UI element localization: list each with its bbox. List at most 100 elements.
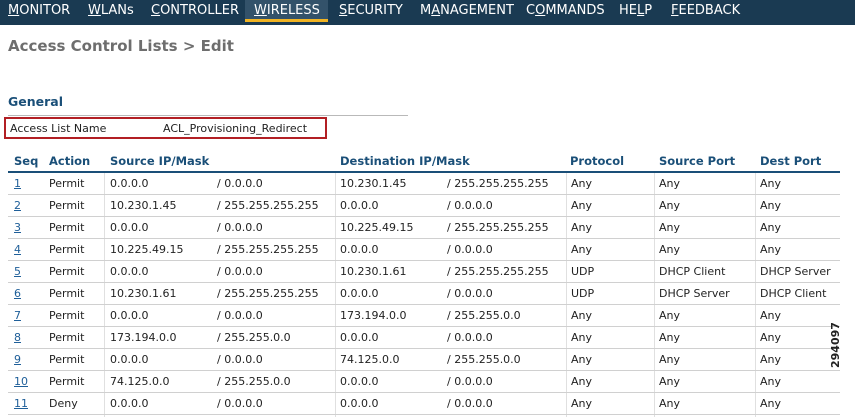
seq-link[interactable]: 5 <box>14 265 21 278</box>
source-mask-cell: / 0.0.0.0 <box>217 265 263 278</box>
seq-cell: 6 <box>14 287 21 300</box>
column-header-destination-ip-mask: Destination IP/Mask <box>340 154 470 168</box>
seq-link[interactable]: 11 <box>14 397 28 410</box>
destination-ip-cell: 10.230.1.61 <box>340 265 407 278</box>
seq-link[interactable]: 1 <box>14 177 21 190</box>
access-list-name-label: Access List Name <box>10 122 107 135</box>
nav-wlans[interactable]: WLANs <box>88 0 134 22</box>
source-ip-cell: 0.0.0.0 <box>110 265 149 278</box>
destination-mask-cell: / 0.0.0.0 <box>447 397 493 410</box>
destination-ip-cell: 74.125.0.0 <box>340 353 400 366</box>
nav-accesskey: C <box>151 3 161 18</box>
dest-port-cell: Any <box>760 375 782 388</box>
protocol-cell: Any <box>571 331 593 344</box>
nav-label-prefix: M <box>420 3 432 18</box>
source-ip-cell: 0.0.0.0 <box>110 353 149 366</box>
source-mask-cell: / 0.0.0.0 <box>217 397 263 410</box>
source-port-cell: Any <box>659 221 681 234</box>
section-divider <box>8 115 408 116</box>
nav-help[interactable]: HELP <box>619 0 652 22</box>
seq-link[interactable]: 3 <box>14 221 21 234</box>
action-cell: Permit <box>49 243 85 256</box>
source-port-cell: Any <box>659 199 681 212</box>
source-mask-cell: / 255.255.0.0 <box>217 375 291 388</box>
action-cell: Permit <box>49 199 85 212</box>
seq-link[interactable]: 2 <box>14 199 21 212</box>
source-port-cell: Any <box>659 309 681 322</box>
seq-cell: 2 <box>14 199 21 212</box>
source-mask-cell: / 0.0.0.0 <box>217 309 263 322</box>
protocol-cell: UDP <box>571 265 595 278</box>
destination-ip-cell: 173.194.0.0 <box>340 309 407 322</box>
source-port-cell: Any <box>659 375 681 388</box>
destination-ip-cell: 0.0.0.0 <box>340 397 379 410</box>
source-ip-cell: 0.0.0.0 <box>110 309 149 322</box>
protocol-cell: Any <box>571 199 593 212</box>
seq-cell: 5 <box>14 265 21 278</box>
page-title: Access Control Lists > Edit <box>8 37 234 55</box>
nav-monitor[interactable]: MONITOR <box>8 0 70 22</box>
dest-port-cell: Any <box>760 309 782 322</box>
nav-security[interactable]: SECURITY <box>339 0 403 22</box>
column-separator <box>566 173 567 417</box>
protocol-cell: Any <box>571 243 593 256</box>
column-header-source-port: Source Port <box>659 154 736 168</box>
destination-mask-cell: / 255.255.255.255 <box>447 265 549 278</box>
destination-mask-cell: / 0.0.0.0 <box>447 287 493 300</box>
nav-label: ONTROLLER <box>160 3 239 18</box>
nav-label: IRELESS <box>266 3 320 18</box>
destination-ip-cell: 0.0.0.0 <box>340 287 379 300</box>
seq-link[interactable]: 7 <box>14 309 21 322</box>
seq-link[interactable]: 4 <box>14 243 21 256</box>
row-divider <box>8 194 840 195</box>
dest-port-cell: DHCP Client <box>760 287 827 300</box>
nav-commands[interactable]: COMMANDS <box>526 0 605 22</box>
row-divider <box>8 304 840 305</box>
section-title-general: General <box>8 94 63 109</box>
column-header-protocol: Protocol <box>570 154 625 168</box>
nav-wireless[interactable]: WIRELESS <box>245 0 328 22</box>
action-cell: Permit <box>49 309 85 322</box>
source-mask-cell: / 255.255.255.255 <box>217 199 319 212</box>
nav-accesskey: W <box>254 3 267 18</box>
nav-label: ONITOR <box>19 3 71 18</box>
destination-mask-cell: / 255.255.0.0 <box>447 353 521 366</box>
seq-link[interactable]: 9 <box>14 353 21 366</box>
source-ip-cell: 10.230.1.45 <box>110 199 177 212</box>
destination-mask-cell: / 0.0.0.0 <box>447 199 493 212</box>
access-list-name-value: ACL_Provisioning_Redirect <box>163 122 308 135</box>
seq-link[interactable]: 8 <box>14 331 21 344</box>
source-ip-cell: 0.0.0.0 <box>110 221 149 234</box>
protocol-cell: Any <box>571 177 593 190</box>
source-mask-cell: / 0.0.0.0 <box>217 177 263 190</box>
destination-mask-cell: / 0.0.0.0 <box>447 375 493 388</box>
dest-port-cell: Any <box>760 177 782 190</box>
top-navigation-bar: MONITOR WLANs CONTROLLER WIRELESS SECURI… <box>0 0 855 25</box>
seq-cell: 3 <box>14 221 21 234</box>
destination-ip-cell: 0.0.0.0 <box>340 243 379 256</box>
row-divider <box>8 414 840 415</box>
action-cell: Permit <box>49 331 85 344</box>
protocol-cell: Any <box>571 353 593 366</box>
seq-link[interactable]: 10 <box>14 375 28 388</box>
action-cell: Permit <box>49 177 85 190</box>
nav-accesskey: O <box>535 3 546 18</box>
source-port-cell: Any <box>659 331 681 344</box>
protocol-cell: UDP <box>571 287 595 300</box>
row-divider <box>8 392 840 393</box>
row-divider <box>8 238 840 239</box>
nav-label: EEDBACK <box>678 3 741 18</box>
destination-ip-cell: 10.230.1.45 <box>340 177 407 190</box>
nav-management[interactable]: MANAGEMENT <box>420 0 514 22</box>
action-cell: Permit <box>49 221 85 234</box>
figure-id: 294097 <box>829 322 842 368</box>
seq-link[interactable]: 6 <box>14 287 21 300</box>
row-divider <box>8 348 840 349</box>
row-divider <box>8 282 840 283</box>
source-port-cell: Any <box>659 397 681 410</box>
nav-controller[interactable]: CONTROLLER <box>151 0 239 22</box>
protocol-cell: Any <box>571 221 593 234</box>
seq-cell: 7 <box>14 309 21 322</box>
nav-feedback[interactable]: FEEDBACK <box>671 0 740 22</box>
action-cell: Permit <box>49 287 85 300</box>
